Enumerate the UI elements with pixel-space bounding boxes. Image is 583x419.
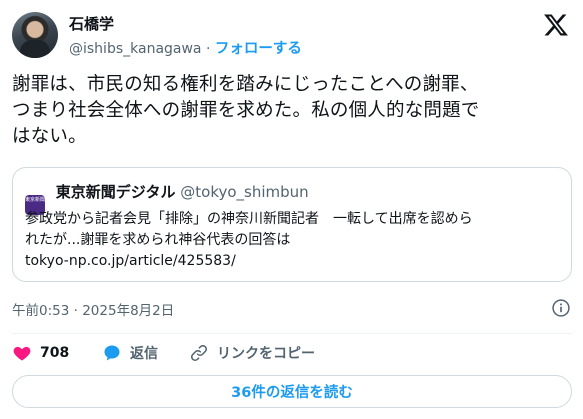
like-count: 708 — [40, 345, 70, 361]
tweet-text: 謝罪は、市民の知る権利を踏みにじったことへの謝罪、 つまり社会全体への謝罪を求め… — [12, 72, 572, 150]
card-url[interactable]: tokyo-np.co.jp/article/425583/ — [25, 251, 560, 272]
handle-separator: · — [205, 41, 211, 57]
tweet-line: はない。 — [12, 126, 87, 147]
quote-card[interactable]: 東京新聞 東京新聞デジタル @tokyo_shimbun 参政党から記者会見「排… — [12, 167, 572, 282]
read-replies-button[interactable]: 36件の返信を読む — [12, 375, 572, 408]
reply-button[interactable]: 返信 — [102, 340, 158, 366]
tweet-time[interactable]: 午前0:53 — [12, 303, 69, 319]
card-source-handle: @tokyo_shimbun — [180, 183, 309, 201]
author-handle[interactable]: @ishibs_kanagawa — [69, 41, 202, 57]
card-headline-line: 参政党から記者会見「排除」の神奈川新聞記者 一転して出席を認めら — [25, 211, 473, 227]
x-logo-icon[interactable] — [543, 12, 569, 38]
reply-bubble-icon — [104, 345, 120, 361]
card-headline-line: れたが...謝罪を求められ神谷代表の回答は — [25, 232, 291, 248]
reply-label: 返信 — [130, 346, 158, 362]
card-source-name: 東京新聞デジタル — [55, 183, 176, 201]
heart-icon — [13, 346, 31, 361]
tweet-date[interactable]: 2025年8月2日 — [82, 303, 174, 319]
follow-button[interactable]: フォローする — [215, 41, 302, 57]
tweet-line: つまり社会全体への謝罪を求めた。私の個人的な問題で — [12, 100, 480, 121]
card-body: 参政党から記者会見「排除」の神奈川新聞記者 一転して出席を認めら れたが...謝… — [25, 209, 560, 272]
avatar[interactable] — [12, 12, 58, 58]
meta-separator: · — [73, 303, 78, 319]
copy-link-button[interactable]: リンクをコピー — [189, 340, 315, 366]
tweet-meta: 午前0:53 · 2025年8月2日 — [12, 299, 174, 319]
author-name[interactable]: 石橋学 — [69, 13, 114, 34]
divider — [12, 333, 572, 334]
like-button[interactable]: 708 — [12, 340, 69, 366]
author-handle-row: @ishibs_kanagawa · フォローする — [69, 37, 302, 58]
link-icon — [191, 345, 207, 361]
read-replies-label: 36件の返信を読む — [231, 385, 353, 401]
copy-link-label: リンクをコピー — [217, 346, 315, 362]
tweet-header: 石橋学 @ishibs_kanagawa · フォローする — [12, 10, 571, 60]
tweet-line: 謝罪は、市民の知る権利を踏みにじったことへの謝罪、 — [12, 74, 479, 95]
info-icon[interactable] — [551, 298, 571, 318]
